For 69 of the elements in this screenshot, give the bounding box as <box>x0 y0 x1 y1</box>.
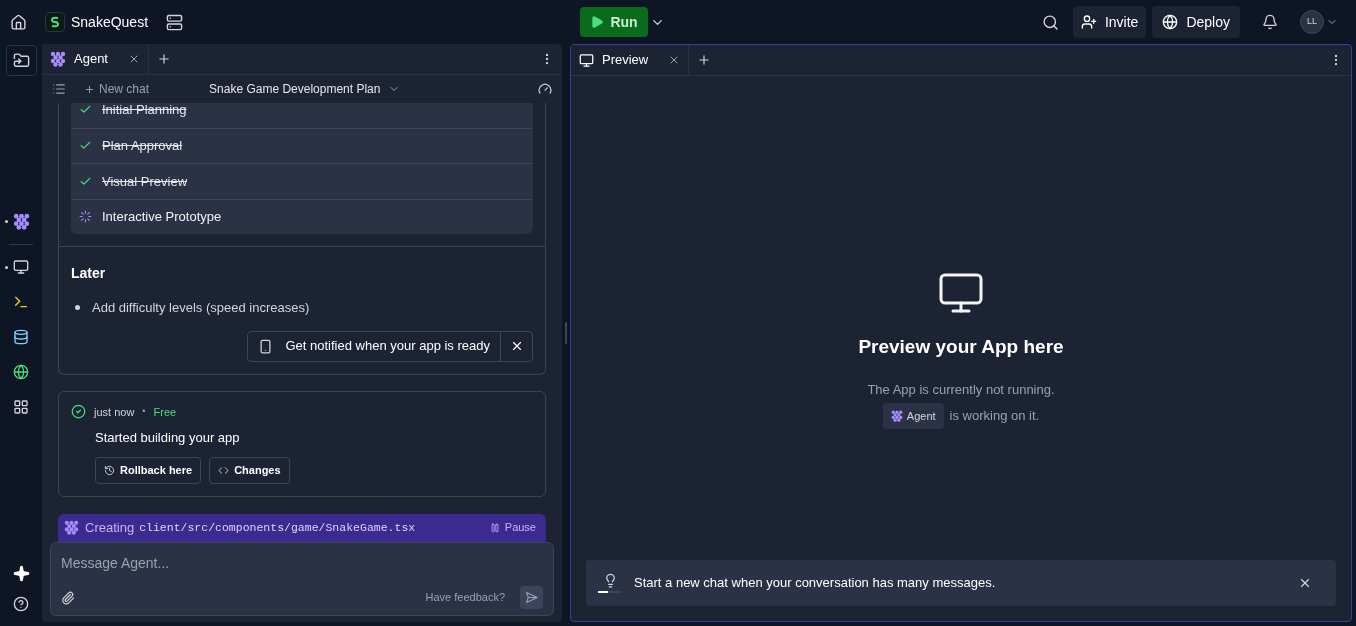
section-heading: Later <box>71 264 107 283</box>
project-name[interactable]: SnakeQuest <box>71 11 149 33</box>
panel-tab[interactable]: Preview <box>571 45 690 75</box>
send-button[interactable] <box>520 586 543 609</box>
task-item: Initial Planning <box>71 103 533 128</box>
preview-title: Preview your App here <box>858 335 1064 359</box>
checkpoint-message: Started building your app <box>95 429 241 447</box>
code-icon <box>218 464 230 476</box>
agent-logo-icon <box>64 520 79 535</box>
separator: • <box>142 405 146 418</box>
message-input[interactable]: Message Agent... Have feedback? <box>50 542 554 616</box>
server-icon[interactable] <box>166 13 184 31</box>
panel-tab[interactable]: Agent <box>42 44 149 74</box>
list-icon[interactable] <box>52 82 66 96</box>
user-plus-icon <box>1080 14 1097 30</box>
globe-icon <box>1162 14 1179 30</box>
invite-button[interactable]: Invite <box>1072 6 1147 38</box>
tip-text: Start a new chat when your conversation has many messages. <box>634 574 996 593</box>
timestamp: just now <box>94 404 135 420</box>
home-icon[interactable] <box>10 13 27 31</box>
bullet-icon <box>75 305 80 311</box>
pause-button[interactable]: Pause <box>489 519 536 536</box>
terminal-icon[interactable] <box>13 294 29 310</box>
user-avatar[interactable]: LL <box>1300 10 1324 34</box>
chat-title-dropdown[interactable]: Snake Game Development Plan <box>209 80 401 98</box>
task-item: Plan Approval <box>71 127 533 163</box>
play-icon <box>590 15 605 29</box>
checkpoint-button[interactable]: Rollback here <box>95 456 202 484</box>
help-icon[interactable] <box>13 596 29 612</box>
globe-icon[interactable] <box>13 364 29 380</box>
run-button[interactable]: Run <box>580 7 648 37</box>
monitor-icon[interactable] <box>13 259 29 275</box>
file-path: client/src/components/game/SnakeGame.tsx <box>139 519 416 536</box>
plus-icon <box>84 83 95 95</box>
feedback-link[interactable]: Have feedback? <box>425 589 505 606</box>
add-tab-icon[interactable] <box>157 52 171 66</box>
add-tab-icon[interactable] <box>697 53 712 67</box>
history-icon <box>104 464 115 476</box>
check-circle-icon <box>71 404 86 420</box>
close-icon[interactable] <box>1298 576 1312 590</box>
preview-status: is working on it. <box>949 407 1040 426</box>
status-action: Creating <box>85 518 135 537</box>
grid-icon[interactable] <box>13 399 29 415</box>
send-icon <box>525 591 538 604</box>
folder-icon <box>12 52 30 69</box>
agent-badge: Agent <box>882 403 944 429</box>
bell-icon[interactable] <box>1262 14 1278 30</box>
task-item: Interactive Prototype <box>71 198 533 234</box>
task-item: Visual Preview <box>71 163 533 199</box>
deploy-button[interactable]: Deploy <box>1152 6 1240 38</box>
database-icon[interactable] <box>13 329 29 345</box>
attach-icon[interactable] <box>61 590 75 605</box>
agent-logo-icon <box>50 51 66 67</box>
close-icon[interactable] <box>128 53 140 65</box>
checkpoint-button[interactable]: Changes <box>209 456 290 484</box>
new-chat-button[interactable]: New chat <box>84 80 150 98</box>
gauge-icon[interactable] <box>538 82 552 96</box>
agent-logo-icon <box>890 410 903 422</box>
project-logo-icon <box>45 12 65 32</box>
preview-status: The App is currently not running. <box>867 380 1055 399</box>
cost-label: Free <box>153 404 177 420</box>
list-item: Add difficulty levels (speed increases) <box>92 299 310 317</box>
monitor-icon <box>579 52 594 68</box>
sparkle-icon[interactable] <box>12 565 30 582</box>
search-icon[interactable] <box>1041 13 1059 31</box>
files-button[interactable] <box>5 45 37 76</box>
phone-icon <box>258 338 274 354</box>
agent-icon <box>12 213 30 230</box>
pause-icon <box>489 522 500 533</box>
